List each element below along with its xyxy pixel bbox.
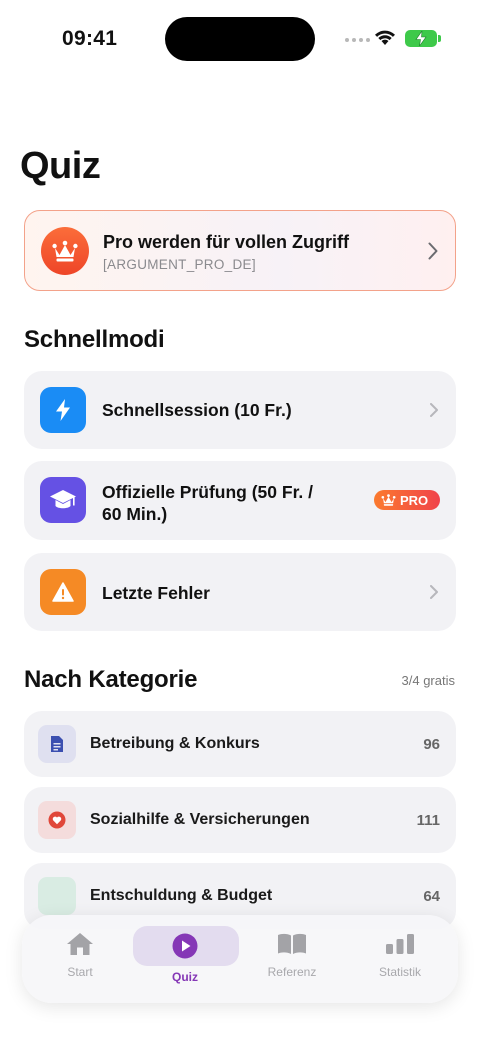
category-label: Betreibung & Konkurs [90,735,260,752]
page-title: Quiz [20,145,101,187]
heart-icon [38,801,76,839]
tab-start[interactable]: Start [28,927,132,989]
crown-icon [41,227,89,275]
crown-icon [381,494,396,506]
category-row[interactable]: Sozialhilfe & Versicherungen 111 [24,787,456,853]
graduation-cap-icon [40,477,86,523]
book-icon [277,927,307,961]
pro-banner-title: Pro werden für vollen Zugriff [103,232,350,252]
tab-quiz[interactable]: Quiz [133,926,239,988]
quick-session-card[interactable]: Schnellsession (10 Fr.) [24,371,456,449]
tab-label: Quiz [172,970,198,984]
tab-label: Start [67,965,93,979]
official-exam-card[interactable]: Offizielle Prüfung (50 Fr. / 60 Min.) PR… [24,461,456,540]
status-time: 09:41 [62,27,118,50]
warning-icon [40,569,86,615]
pro-badge: PRO [374,490,440,510]
tab-statistik[interactable]: Statistik [348,927,452,989]
recent-mistakes-label: Letzte Fehler [102,583,210,603]
home-icon [66,927,94,961]
official-exam-label-line2: 60 Min.) [102,504,168,524]
category-label: Sozialhilfe & Versicherungen [90,811,310,828]
section-title-categories: Nach Kategorie [24,666,198,693]
category-label: Entschuldung & Budget [90,887,273,904]
tab-label: Statistik [378,965,421,979]
play-icon [172,926,198,966]
dynamic-island [165,17,315,61]
official-exam-label-line1: Offizielle Prüfung (50 Fr. / [102,482,313,502]
battery-icon [405,30,441,47]
category-row[interactable]: Betreibung & Konkurs 96 [24,711,456,777]
chevron-right-icon [430,403,438,417]
category-question-count: 96 [423,736,440,753]
document-icon [38,725,76,763]
chevron-right-icon [430,585,438,599]
bolt-icon [40,387,86,433]
tab-bar: Start Quiz Referenz Statistik [22,915,458,1003]
quick-session-label: Schnellsession (10 Fr.) [102,400,292,420]
pro-badge-label: PRO [400,492,429,508]
recent-mistakes-card[interactable]: Letzte Fehler [24,553,456,631]
signal-dots-icon [345,38,370,42]
budget-icon [38,877,76,915]
chart-icon [385,927,415,961]
free-categories-count: 3/4 gratis [401,673,455,688]
chevron-right-icon [428,242,438,260]
category-question-count: 64 [423,888,440,905]
pro-upgrade-banner[interactable]: Pro werden für vollen Zugriff [ARGUMENT_… [24,210,456,291]
wifi-icon [375,30,395,45]
pro-banner-subtitle: [ARGUMENT_PRO_DE] [103,257,256,272]
status-bar: 09:41 [0,0,480,80]
tab-referenz[interactable]: Referenz [240,927,344,989]
section-title-quick-modes: Schnellmodi [24,326,165,353]
official-exam-label: Offizielle Prüfung (50 Fr. / 60 Min.) [102,481,313,525]
category-question-count: 111 [416,812,440,829]
tab-label: Referenz [267,965,317,979]
